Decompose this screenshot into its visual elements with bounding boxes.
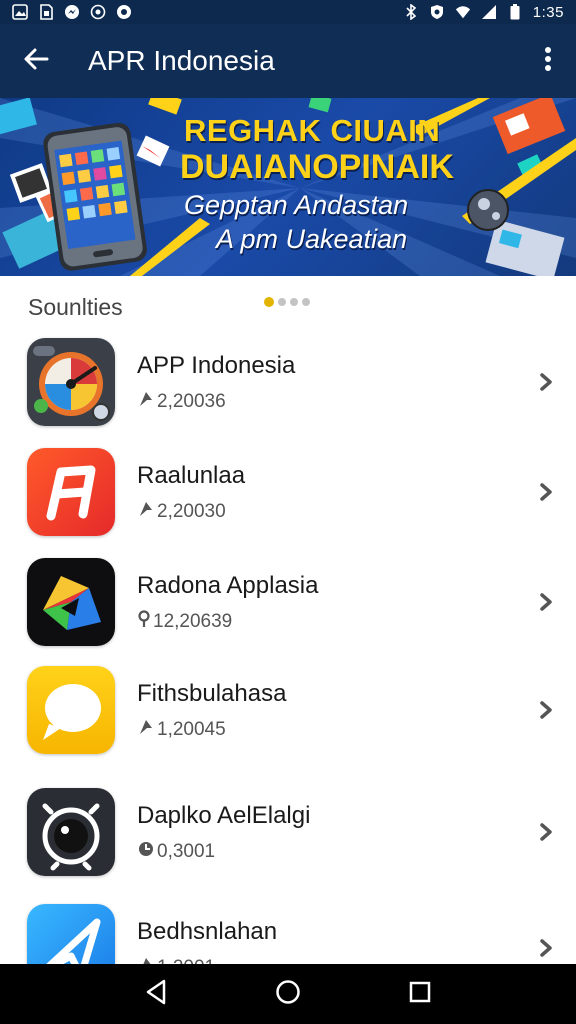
list-item[interactable]: Radona Applasia 12,20639: [0, 552, 576, 652]
app-meta: 1,20045: [137, 718, 226, 742]
app-name: Raalunlaa: [137, 462, 246, 489]
download-icon: [137, 390, 155, 414]
sim-icon: [38, 4, 54, 20]
download-icon: [137, 718, 155, 742]
shield-icon: [429, 4, 445, 20]
gauge-app-icon: [27, 338, 115, 426]
app-name: Bedhsnlahan: [137, 918, 278, 945]
app-name: Radona Applasia: [137, 572, 319, 599]
nav-home-icon: [275, 979, 301, 1010]
download-icon: [137, 500, 155, 524]
arrow-back-icon: [23, 46, 49, 77]
app-meta: 0,3001: [137, 840, 215, 864]
download-count: 0,3001: [157, 841, 216, 862]
camera-app-icon: [27, 788, 115, 876]
carousel-dot[interactable]: [302, 298, 310, 306]
bluetooth-icon: [403, 4, 419, 20]
whatsapp-icon: [90, 4, 106, 20]
app-meta: 2,20030: [137, 500, 226, 524]
chevron-right-icon: [538, 822, 554, 842]
download-count: 1,20045: [157, 719, 226, 740]
page-title: APR Indonesia: [88, 45, 275, 76]
chevron-right-icon: [538, 372, 554, 392]
carousel-indicator: [264, 297, 310, 307]
download-icon: [137, 840, 155, 864]
section-title: Sounlties: [28, 293, 123, 320]
banner-text: REGHAK CIUAIN DUAIANOPINAIK Gepptan Anda…: [180, 113, 564, 256]
music-app-icon: [27, 448, 115, 536]
carousel-dot[interactable]: [290, 298, 298, 306]
notification-icon: [116, 4, 132, 20]
back-button[interactable]: [0, 24, 72, 98]
carousel-dot[interactable]: [278, 298, 286, 306]
more-vert-icon: [544, 46, 552, 77]
nav-recents-button[interactable]: [390, 964, 450, 1024]
battery-icon: [507, 4, 523, 20]
system-nav-bar: [0, 964, 576, 1024]
nav-recents-icon: [408, 980, 432, 1009]
download-count: 2,20030: [157, 501, 226, 522]
banner-headline-1: REGHAK CIUAIN: [184, 113, 441, 148]
pin-icon: [137, 610, 151, 634]
chevron-right-icon: [538, 592, 554, 612]
nav-back-icon: [144, 979, 168, 1010]
promo-banner[interactable]: REGHAK CIUAIN DUAIANOPINAIK Gepptan Anda…: [0, 98, 576, 276]
list-item[interactable]: Daplko AelElalgi 0,3001: [0, 782, 576, 882]
colorful-app-icon: [27, 558, 115, 646]
signal-icon: [481, 4, 497, 20]
nav-home-button[interactable]: [258, 964, 318, 1024]
status-left-icons: [12, 4, 132, 20]
chevron-right-icon: [538, 700, 554, 720]
app-meta: 12,20639: [137, 610, 232, 634]
chat-app-icon: [27, 666, 115, 754]
chevron-right-icon: [538, 938, 554, 958]
status-bar: 1:35: [0, 0, 576, 24]
wifi-icon: [455, 4, 471, 20]
overflow-menu-button[interactable]: [520, 24, 576, 98]
banner-subline-1: Gepptan Andastan: [184, 190, 409, 220]
section-header: Sounlties: [28, 290, 548, 324]
status-time: 1:35: [532, 3, 564, 21]
app-name: APP Indonesia: [137, 352, 296, 379]
banner-subline-2: A pm Uakeatian: [216, 224, 408, 254]
list-item[interactable]: Raalunlaa 2,20030: [0, 442, 576, 542]
gallery-icon: [12, 4, 28, 20]
list-item[interactable]: Fithsbulahasa 1,20045: [0, 660, 576, 760]
messenger-icon: [64, 4, 80, 20]
carousel-dot[interactable]: [264, 297, 274, 307]
nav-back-button[interactable]: [126, 964, 186, 1024]
app-name: Fithsbulahasa: [137, 680, 287, 707]
app-meta: 2,20036: [137, 390, 226, 414]
app-name: Daplko AelElalgi: [137, 802, 311, 829]
download-count: 2,20036: [157, 391, 226, 412]
chevron-right-icon: [538, 482, 554, 502]
download-count: 12,20639: [153, 611, 233, 632]
app-bar: APR Indonesia: [0, 24, 576, 98]
status-right-icons: 1:35: [403, 4, 564, 21]
list-item[interactable]: APP Indonesia 2,20036: [0, 332, 576, 432]
banner-headline-2: DUAIANOPINAIK: [180, 148, 454, 186]
